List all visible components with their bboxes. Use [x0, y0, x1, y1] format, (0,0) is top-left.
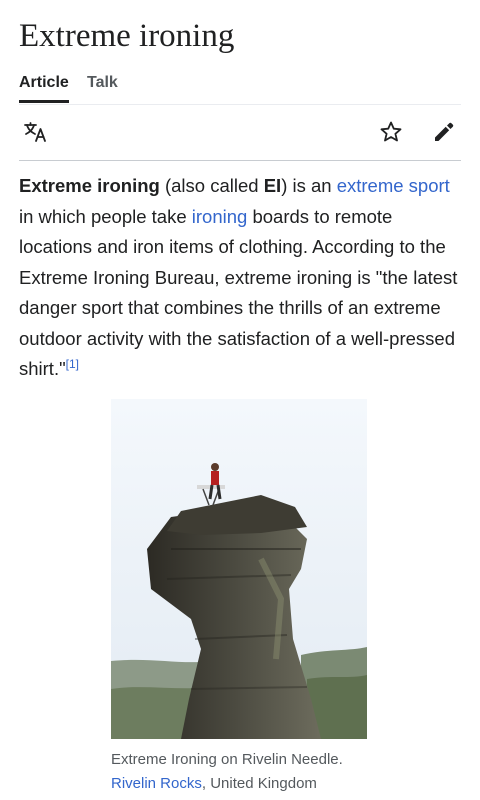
- reference-link[interactable]: [1]: [66, 357, 79, 371]
- caption-text: Extreme Ironing on Rivelin Needle.: [111, 751, 343, 768]
- article-figure[interactable]: [111, 399, 367, 739]
- article-page: Extreme ironing Article Talk Extreme iro…: [0, 0, 480, 800]
- page-title: Extreme ironing: [19, 18, 235, 54]
- tab-talk[interactable]: Talk: [87, 72, 118, 94]
- bold-abbreviation: EI: [263, 175, 282, 196]
- tab-article[interactable]: Article: [19, 72, 69, 103]
- link-ironing[interactable]: ironing: [192, 206, 248, 227]
- bold-term: Extreme ironing: [19, 175, 160, 196]
- lead-paragraph: Extreme ironing (also called EI) is an e…: [19, 171, 469, 385]
- namespace-tabs: Article Talk: [19, 72, 461, 105]
- intro-text-2: ) is an: [281, 175, 337, 196]
- translate-icon[interactable]: [23, 120, 47, 144]
- intro-text-1: (also called: [159, 175, 264, 196]
- link-rivelin-rocks[interactable]: Rivelin Rocks: [111, 775, 202, 792]
- caption-location: , United Kingdom: [201, 775, 317, 792]
- star-outline-icon[interactable]: [379, 120, 403, 144]
- intro-text-3: in which people take: [19, 205, 192, 227]
- figure-photo[interactable]: [111, 399, 367, 739]
- pencil-icon[interactable]: [432, 120, 456, 144]
- figure-caption: Extreme Ironing on Rivelin Needle. Rivel…: [111, 748, 411, 796]
- link-extreme-sport[interactable]: extreme sport: [337, 175, 450, 196]
- intro-text-4: boards to remote locations and iron item…: [19, 205, 458, 380]
- page-actions-toolbar: [19, 104, 461, 161]
